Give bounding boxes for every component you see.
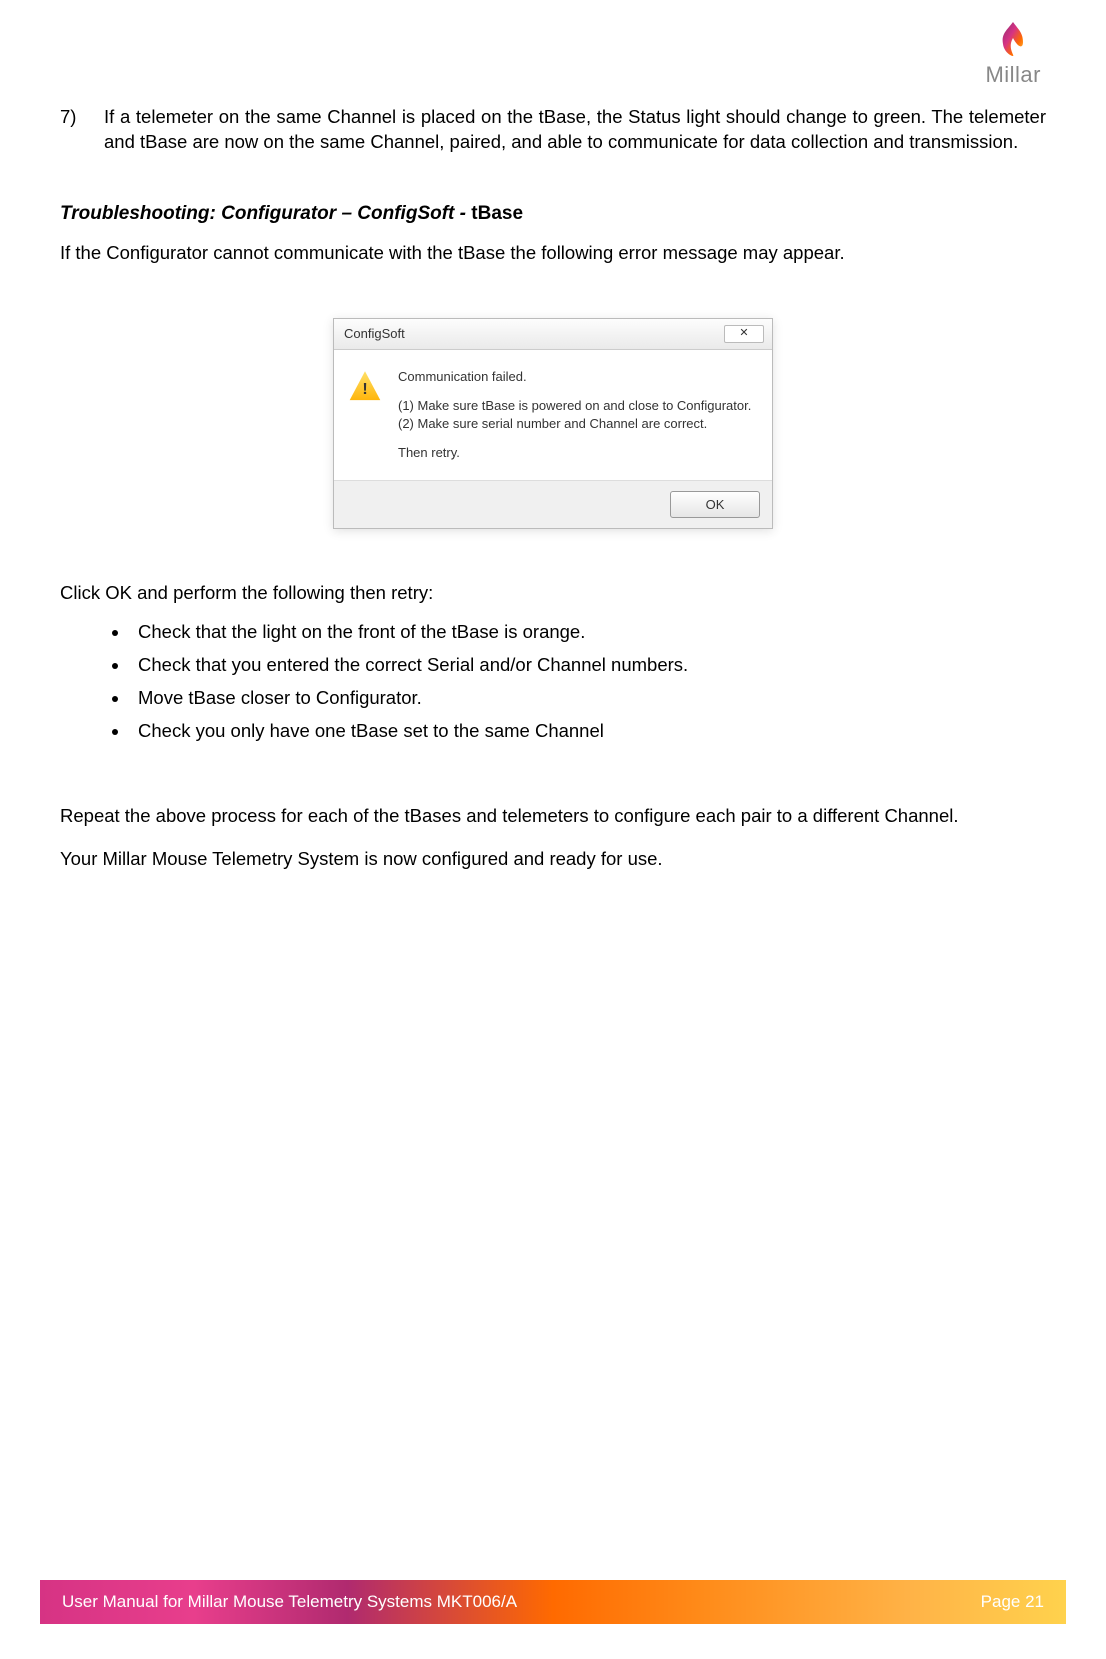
error-dialog: ConfigSoft ✕ Communication failed. (1) M… [333,318,773,530]
list-item: Check you only have one tBase set to the… [130,719,1046,744]
dialog-step-2: (2) Make sure serial number and Channel … [398,415,754,433]
dialog-message: Communication failed. (1) Make sure tBas… [398,368,754,462]
close-icon[interactable]: ✕ [724,325,764,343]
ordered-list-item: 7) If a telemeter on the same Channel is… [60,105,1046,155]
heading-bold: tBase [471,203,523,224]
dialog-title-text: ConfigSoft [344,325,405,343]
dialog-retry: Then retry. [398,444,754,462]
warning-icon [348,370,382,404]
section-intro: If the Configurator cannot communicate w… [60,241,1046,266]
list-number: 7) [60,105,104,155]
section-heading: Troubleshooting: Configurator – ConfigSo… [60,201,1046,227]
bullet-list: Check that the light on the front of the… [60,620,1046,744]
flame-icon [993,20,1033,60]
dialog-step-1: (1) Make sure tBase is powered on and cl… [398,397,754,415]
dialog-footer: OK [334,480,772,529]
heading-italic: Troubleshooting: Configurator – ConfigSo… [60,203,471,224]
dialog-headline: Communication failed. [398,368,754,386]
brand-name: Millar [985,62,1041,88]
list-text: If a telemeter on the same Channel is pl… [104,105,1046,155]
ok-button[interactable]: OK [670,491,760,519]
closing-para-2: Your Millar Mouse Telemetry System is no… [60,847,1046,872]
page-footer: User Manual for Millar Mouse Telemetry S… [40,1580,1066,1624]
footer-right: Page 21 [981,1592,1044,1612]
brand-logo: Millar [985,20,1041,88]
list-item: Move tBase closer to Configurator. [130,686,1046,711]
footer-left: User Manual for Millar Mouse Telemetry S… [62,1592,517,1612]
list-item: Check that you entered the correct Seria… [130,653,1046,678]
closing-para-1: Repeat the above process for each of the… [60,804,1046,829]
dialog-titlebar: ConfigSoft ✕ [334,319,772,350]
after-dialog-text: Click OK and perform the following then … [60,581,1046,606]
list-item: Check that the light on the front of the… [130,620,1046,645]
